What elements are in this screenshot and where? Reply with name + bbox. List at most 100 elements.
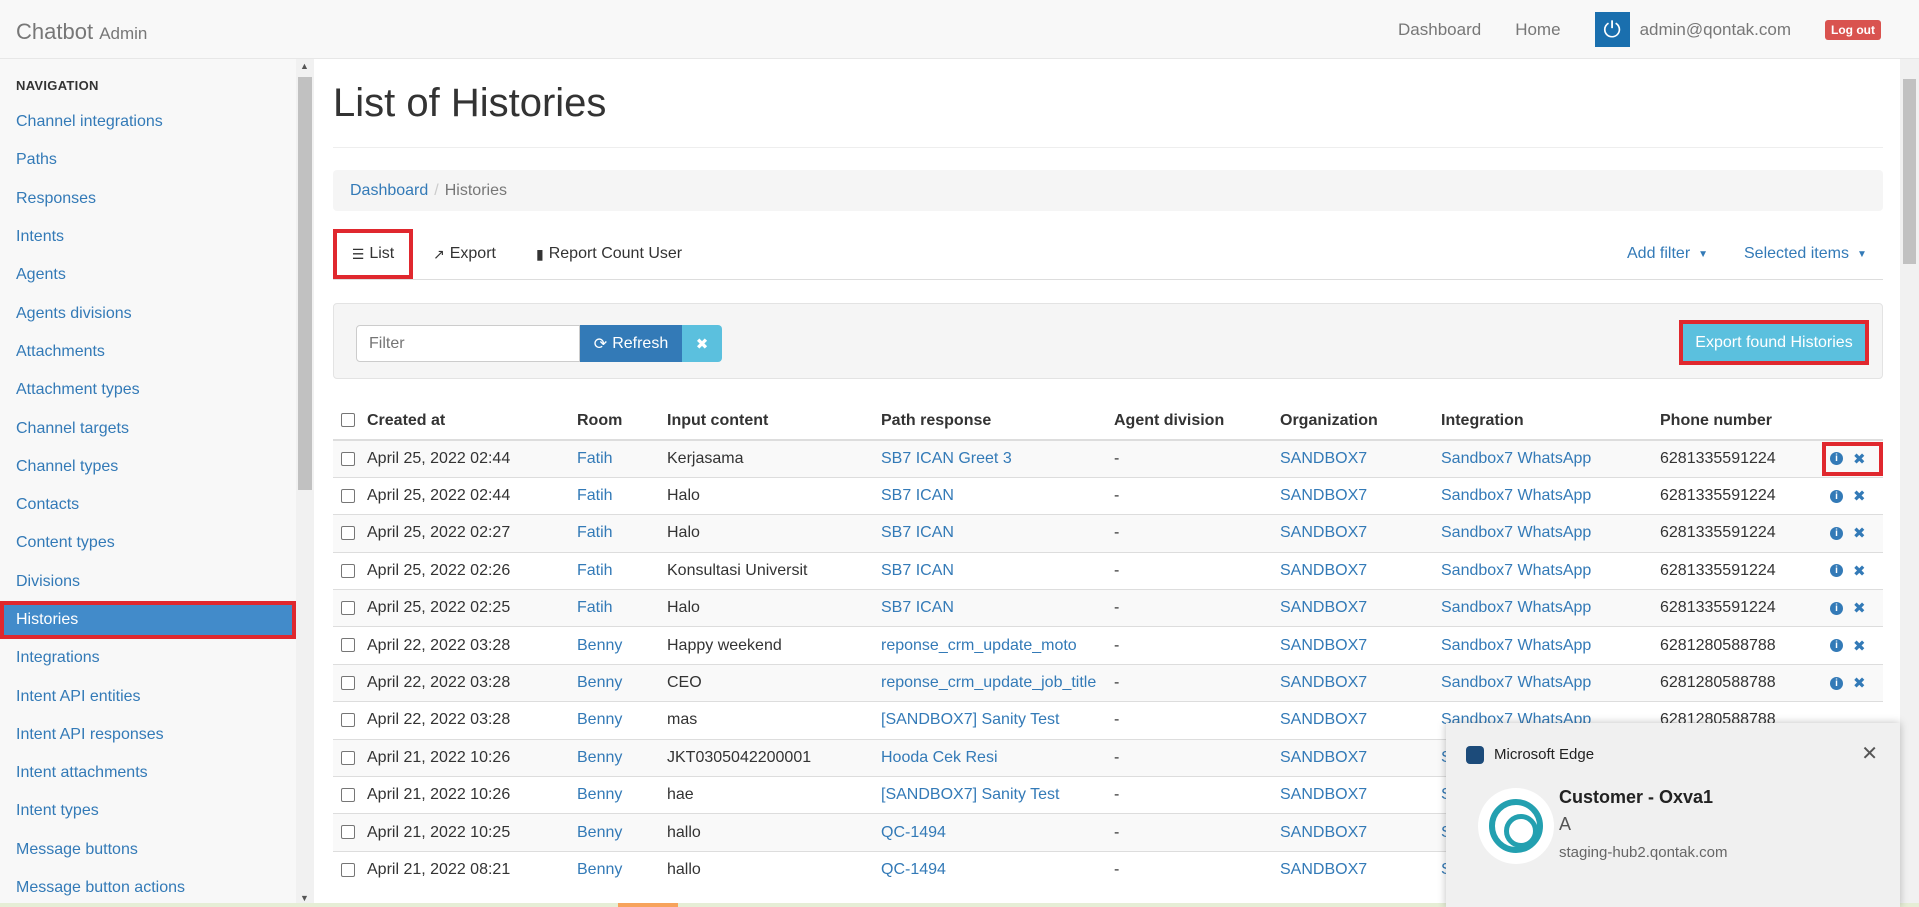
cell-link[interactable]: [SANDBOX7] Sanity Test [881, 711, 1059, 728]
row-checkbox[interactable] [341, 488, 355, 503]
sidebar-item-intent-api-entities[interactable]: Intent API entities [0, 677, 296, 715]
cell-link[interactable]: SB7 ICAN [881, 487, 954, 504]
sidebar-item-contacts[interactable]: Contacts [0, 486, 296, 524]
brand[interactable]: Chatbot Admin [16, 19, 147, 45]
info-icon[interactable]: i [1830, 676, 1843, 690]
cell-link[interactable]: Fatih [577, 450, 613, 467]
column-header[interactable]: Input content [659, 402, 873, 441]
row-checkbox[interactable] [341, 675, 355, 690]
cell-link[interactable]: Benny [577, 674, 622, 691]
sidebar-item-channel-types[interactable]: Channel types [0, 448, 296, 486]
delete-icon[interactable]: ✖ [1853, 674, 1866, 692]
cell-link[interactable]: SANDBOX7 [1280, 562, 1367, 579]
row-checkbox[interactable] [341, 713, 355, 728]
cell-link[interactable]: Benny [577, 861, 622, 878]
cell-link[interactable]: Sandbox7 WhatsApp [1441, 637, 1591, 654]
column-header[interactable]: Room [569, 402, 659, 441]
sidebar-item-attachments[interactable]: Attachments [0, 333, 296, 371]
cell-link[interactable]: Sandbox7 WhatsApp [1441, 450, 1591, 467]
row-checkbox[interactable] [341, 451, 355, 466]
user-menu[interactable]: ⏻ admin@qontak.com [1594, 12, 1791, 47]
scroll-up-icon[interactable]: ▲ [300, 61, 309, 71]
tab-export[interactable]: ↗ Export [433, 229, 496, 279]
cell-link[interactable]: SANDBOX7 [1280, 824, 1367, 841]
sidebar-item-intents[interactable]: Intents [0, 218, 296, 256]
nav-home-link[interactable]: Home [1515, 20, 1560, 40]
cell-link[interactable]: Benny [577, 711, 622, 728]
sidebar-item-intent-api-responses[interactable]: Intent API responses [0, 716, 296, 754]
cell-link[interactable]: SB7 ICAN [881, 562, 954, 579]
info-icon[interactable]: i [1830, 489, 1843, 503]
cell-link[interactable]: Sandbox7 WhatsApp [1441, 599, 1591, 616]
clear-filter-button[interactable]: ✖ [682, 325, 722, 362]
sidebar-scroll-thumb[interactable] [298, 77, 312, 490]
cell-link[interactable]: SANDBOX7 [1280, 861, 1367, 878]
cell-link[interactable]: SB7 ICAN [881, 599, 954, 616]
row-checkbox[interactable] [341, 638, 355, 653]
cell-link[interactable]: SANDBOX7 [1280, 524, 1367, 541]
breadcrumb-dashboard-link[interactable]: Dashboard [350, 182, 428, 200]
tab-list[interactable]: ☰ List [333, 229, 413, 279]
sidebar-item-histories[interactable]: Histories [0, 600, 296, 640]
cell-link[interactable]: [SANDBOX7] Sanity Test [881, 786, 1059, 803]
sidebar-scrollbar[interactable]: ▲ ▼ [296, 59, 314, 907]
delete-icon[interactable]: ✖ [1853, 487, 1866, 505]
cell-link[interactable]: SB7 ICAN [881, 524, 954, 541]
add-filter-dropdown[interactable]: Add filter ▼ [1627, 229, 1708, 279]
delete-icon[interactable]: ✖ [1853, 562, 1866, 580]
delete-icon[interactable]: ✖ [1853, 599, 1866, 617]
scroll-down-icon[interactable]: ▼ [300, 893, 309, 903]
cell-link[interactable]: Fatih [577, 524, 613, 541]
sidebar-item-intent-attachments[interactable]: Intent attachments [0, 754, 296, 792]
row-checkbox[interactable] [341, 825, 355, 840]
cell-link[interactable]: SANDBOX7 [1280, 674, 1367, 691]
sidebar-item-channel-integrations[interactable]: Channel integrations [0, 103, 296, 141]
info-icon[interactable]: i [1830, 639, 1843, 653]
page-scrollbar[interactable] [1900, 59, 1919, 907]
cell-link[interactable]: Sandbox7 WhatsApp [1441, 674, 1591, 691]
cell-link[interactable]: SANDBOX7 [1280, 487, 1367, 504]
delete-icon[interactable]: ✖ [1853, 524, 1866, 542]
sidebar-item-content-types[interactable]: Content types [0, 524, 296, 562]
filter-input[interactable] [356, 325, 580, 362]
cell-link[interactable]: SB7 ICAN Greet 3 [881, 450, 1012, 467]
column-header[interactable]: Agent division [1106, 402, 1272, 441]
info-icon[interactable]: i [1830, 526, 1843, 540]
export-found-histories-button[interactable]: Export found Histories [1679, 320, 1869, 365]
edge-notification[interactable]: Microsoft Edge ✕ Customer - Oxva1 A stag… [1446, 723, 1900, 907]
cell-link[interactable]: QC-1494 [881, 861, 946, 878]
cell-link[interactable]: Fatih [577, 487, 613, 504]
cell-link[interactable]: QC-1494 [881, 824, 946, 841]
cell-link[interactable]: Benny [577, 637, 622, 654]
tab-report-count-user[interactable]: ▮ Report Count User [536, 229, 682, 279]
notification-close-button[interactable]: ✕ [1861, 741, 1878, 766]
row-checkbox[interactable] [341, 750, 355, 765]
cell-link[interactable]: SANDBOX7 [1280, 637, 1367, 654]
row-checkbox[interactable] [341, 526, 355, 541]
sidebar-item-attachment-types[interactable]: Attachment types [0, 371, 296, 409]
cell-link[interactable]: Benny [577, 749, 622, 766]
cell-link[interactable]: reponse_crm_update_moto [881, 637, 1077, 654]
sidebar-item-paths[interactable]: Paths [0, 141, 296, 179]
cell-link[interactable]: reponse_crm_update_job_title [881, 674, 1096, 691]
sidebar-item-agents[interactable]: Agents [0, 256, 296, 294]
cell-link[interactable]: Fatih [577, 599, 613, 616]
cell-link[interactable]: SANDBOX7 [1280, 599, 1367, 616]
info-icon[interactable]: i [1830, 452, 1843, 466]
logout-button[interactable]: Log out [1825, 19, 1881, 40]
column-header[interactable]: Organization [1272, 402, 1433, 441]
selected-items-dropdown[interactable]: Selected items ▼ [1744, 229, 1867, 279]
row-checkbox[interactable] [341, 563, 355, 578]
cell-link[interactable]: SANDBOX7 [1280, 749, 1367, 766]
sidebar-item-responses[interactable]: Responses [0, 180, 296, 218]
sidebar-item-agents-divisions[interactable]: Agents divisions [0, 294, 296, 332]
column-header[interactable]: Created at [359, 402, 569, 441]
cell-link[interactable]: Benny [577, 786, 622, 803]
info-icon[interactable]: i [1830, 564, 1843, 578]
cell-link[interactable]: SANDBOX7 [1280, 786, 1367, 803]
refresh-button[interactable]: ⟳ Refresh [580, 325, 682, 362]
row-checkbox[interactable] [341, 863, 355, 877]
cell-link[interactable]: SANDBOX7 [1280, 450, 1367, 467]
column-header[interactable]: Path response [873, 402, 1106, 441]
sidebar-item-channel-targets[interactable]: Channel targets [0, 409, 296, 447]
